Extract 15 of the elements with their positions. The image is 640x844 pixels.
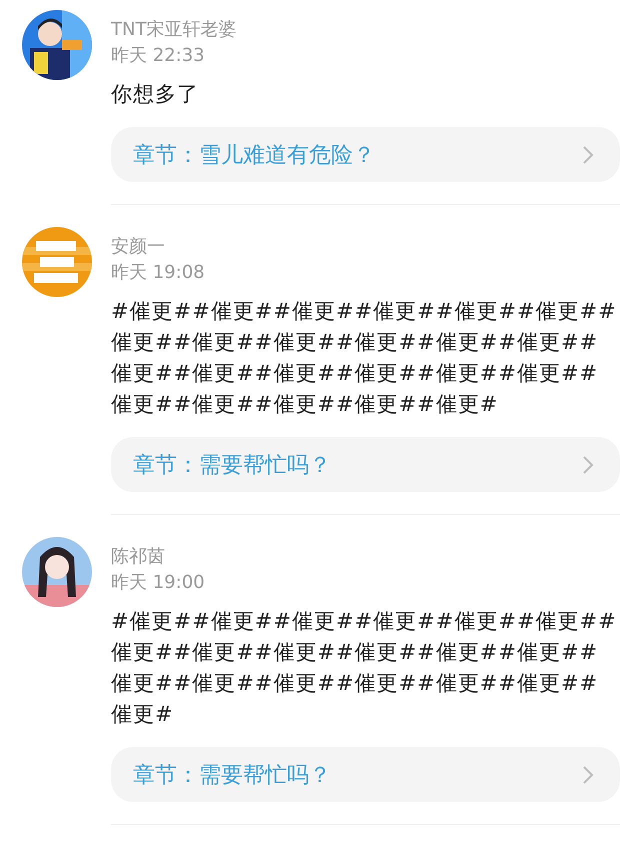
chevron-icon	[582, 144, 594, 164]
chapter-link[interactable]: 章节：需要帮忙吗？	[111, 437, 620, 492]
comment-text: 你想多了	[111, 81, 200, 108]
user-name[interactable]: TNT宋亚轩老婆	[111, 17, 236, 43]
user-name[interactable]: 安颜一	[111, 234, 165, 260]
comment-text: #催更##催更##催更##催更##催更##催更##催更##催更##催更##催更##催更##催更##催更##催更##催更##催更##催更##催更##催更#	[111, 608, 618, 728]
chevron-icon	[582, 764, 594, 784]
user-name[interactable]: 陈祁茵	[111, 544, 165, 570]
comment-text: #催更##催更##催更##催更##催更##催更##催更##催更##催更##催更##催更##催更##催更##催更##催更##催更##催更##催更##催更##催更##催更##催更##催更#	[111, 298, 618, 418]
chevron-icon	[582, 454, 594, 474]
comment-time: 昨天 19:00	[111, 571, 205, 595]
comment-time: 昨天 22:33	[111, 44, 205, 68]
chapter-link[interactable]: 章节：雪儿难道有危险？	[111, 127, 620, 182]
chapter-link[interactable]: 章节：需要帮忙吗？	[111, 747, 620, 802]
comment-time: 昨天 19:08	[111, 261, 205, 285]
